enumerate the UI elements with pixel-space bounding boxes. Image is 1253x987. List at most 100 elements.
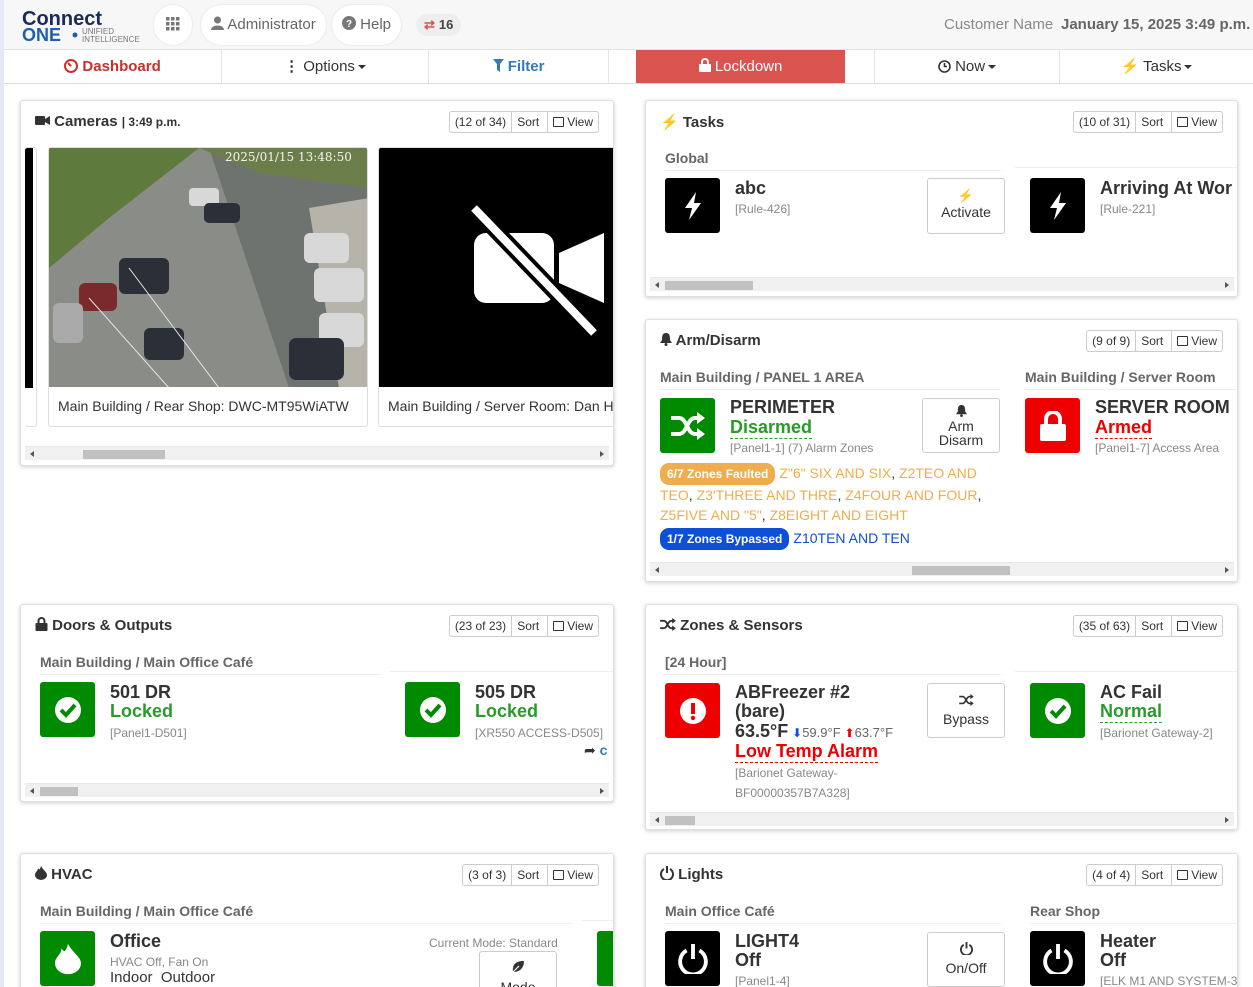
- cameras-count: (12 of 34): [450, 112, 513, 132]
- share-action[interactable]: ➦ c: [584, 742, 607, 759]
- server-room-status[interactable]: Armed: [1095, 417, 1153, 439]
- camera-card-partial[interactable]: [25, 147, 37, 427]
- zones-sort-button[interactable]: Sort: [1136, 616, 1173, 636]
- cameras-view-button[interactable]: View: [548, 112, 598, 132]
- arm-sort-button[interactable]: Sort: [1136, 331, 1173, 351]
- nav-tasks[interactable]: ⚡ Tasks: [1060, 50, 1253, 83]
- camera-timestamp: 2025/01/15 13:48:50: [225, 150, 352, 164]
- nav-now[interactable]: Now: [874, 50, 1060, 83]
- hvac-view-button[interactable]: View: [548, 865, 598, 885]
- perimeter-tile[interactable]: [660, 398, 715, 453]
- on-off-button[interactable]: On/Off: [927, 932, 1005, 987]
- task-tile[interactable]: [665, 178, 720, 233]
- nav-filter[interactable]: Filter: [429, 50, 609, 83]
- administrator-button[interactable]: Administrator: [201, 5, 326, 45]
- zone-alarm-tile[interactable]: [665, 683, 720, 738]
- zones-scrollbar[interactable]: [650, 812, 1234, 826]
- server-room-tile[interactable]: [1025, 398, 1080, 453]
- cameras-title: Cameras | 3:49 p.m.: [35, 113, 180, 130]
- cameras-sort-button[interactable]: Sort: [512, 112, 549, 132]
- hvac-tile-partial[interactable]: [597, 931, 613, 986]
- camera-card[interactable]: 2025/01/15 13:48:50 Main Building / Rear…: [48, 147, 368, 427]
- sync-count-value: 16: [438, 17, 454, 32]
- random-shuffle-icon: [670, 411, 705, 440]
- zone-status[interactable]: Low Temp Alarm: [735, 741, 879, 763]
- video-camera-icon: [35, 116, 50, 125]
- nav-options[interactable]: ⋮ Options: [222, 50, 429, 83]
- doors-sort-button[interactable]: Sort: [512, 616, 549, 636]
- tasks-view-button[interactable]: View: [1172, 112, 1222, 132]
- task-tile[interactable]: [1030, 178, 1085, 233]
- door-sub: [XR550 ACCESS-D505]: [475, 726, 604, 740]
- camera-feed-image[interactable]: 2025/01/15 13:48:50: [49, 148, 368, 389]
- doors-scrollbar[interactable]: [25, 783, 609, 797]
- hvac-sort-button[interactable]: Sort: [512, 865, 549, 885]
- nav-dashboard[interactable]: Dashboard: [4, 50, 222, 83]
- hvac-mode-button[interactable]: Mode: [479, 951, 557, 987]
- bypass-label: Bypass: [943, 711, 989, 727]
- camera-card-offline[interactable]: Main Building / Server Room: Dan H: [378, 147, 613, 427]
- lights-view-button[interactable]: View: [1172, 865, 1222, 885]
- lights-sort-button[interactable]: Sort: [1136, 865, 1173, 885]
- window-icon: [553, 621, 565, 631]
- zone-link[interactable]: Z10TEN AND TEN: [793, 530, 909, 546]
- zone-sub-line1: [Barionet Gateway-: [735, 766, 838, 780]
- help-label: Help: [360, 16, 392, 33]
- zones-view-button[interactable]: View: [1172, 616, 1222, 636]
- grid-icon: [166, 17, 180, 31]
- arm-section-panel1: Main Building / PANEL 1 AREA: [660, 369, 1000, 390]
- lights-count: (4 of 4): [1087, 865, 1137, 885]
- door-tile[interactable]: [40, 682, 95, 737]
- cameras-panel: Cameras | 3:49 p.m. (12 of 34) Sort View…: [20, 100, 614, 466]
- activate-button[interactable]: ⚡ Activate: [927, 178, 1005, 234]
- zone-link[interactable]: Z"6" SIX AND SIX: [779, 465, 891, 481]
- hvac-section: Main Building / Main Office Café: [40, 903, 572, 924]
- svg-text:ONE: ONE: [22, 25, 61, 44]
- customer-name[interactable]: Customer Name: [944, 16, 1053, 33]
- arm-disarm-title: Arm/Disarm: [660, 332, 761, 349]
- hvac-tile[interactable]: [40, 931, 95, 986]
- zone-normal-tile[interactable]: [1030, 683, 1085, 738]
- tasks-toolbar: (10 of 31) Sort View: [1072, 111, 1223, 133]
- zone-link[interactable]: Z4FOUR AND FOUR: [845, 487, 977, 503]
- hvac-outdoor-label: Outdoor: [160, 969, 216, 986]
- caret-down-icon: [357, 65, 366, 70]
- door-tile[interactable]: [405, 682, 460, 737]
- help-button[interactable]: ? Help: [332, 5, 402, 45]
- cameras-scrollbar[interactable]: [25, 446, 609, 460]
- hvac-temps: Indoor Outdoor: [110, 969, 215, 986]
- bolt-icon: ⚡: [1120, 58, 1140, 75]
- arm-view-button[interactable]: View: [1172, 331, 1222, 351]
- question-circle-icon: ?: [342, 16, 356, 30]
- light-sub: [ELK M1 AND SYSTEM-3: [1100, 974, 1238, 987]
- caret-down-icon: [988, 65, 997, 70]
- user-icon: [211, 16, 224, 30]
- task-name: Arriving At Wor: [1100, 178, 1233, 198]
- doors-view-button[interactable]: View: [548, 616, 598, 636]
- tasks-panel: ⚡ Tasks (10 of 31) Sort View Global abc …: [645, 100, 1238, 297]
- zone-status[interactable]: Normal: [1100, 701, 1163, 723]
- perimeter-sub: [Panel1-1] (7) Alarm Zones: [730, 441, 874, 455]
- nav-lockdown-button[interactable]: Lockdown: [636, 50, 845, 83]
- tasks-sort-button[interactable]: Sort: [1136, 112, 1173, 132]
- doors-title: Doors & Outputs: [35, 617, 172, 634]
- sync-count-badge[interactable]: ⇄ 16: [416, 14, 462, 36]
- zone-link[interactable]: Z5FIVE AND "5": [660, 507, 762, 523]
- check-circle-icon: [419, 696, 446, 723]
- connect-one-logo[interactable]: Connect ONE UNIFIED INTELLIGENCE: [22, 8, 152, 45]
- perimeter-status[interactable]: Disarmed: [730, 417, 813, 439]
- arm-scrollbar[interactable]: [650, 562, 1234, 576]
- zones-sensors-panel: Zones & Sensors (35 of 63) Sort View [24…: [645, 604, 1238, 830]
- caret-down-icon: [1184, 65, 1193, 70]
- tasks-scrollbar[interactable]: [650, 277, 1234, 291]
- zone-link[interactable]: Z8EIGHT AND EIGHT: [770, 507, 908, 523]
- arm-disarm-button[interactable]: Arm Disarm: [922, 398, 1000, 453]
- light-tile[interactable]: [1030, 931, 1085, 986]
- bolt-icon: [1049, 191, 1066, 220]
- lights-section-office: Main Office Café: [665, 903, 1001, 924]
- apps-grid-button[interactable]: [154, 5, 192, 45]
- bypass-button[interactable]: Bypass: [927, 683, 1005, 738]
- light-tile[interactable]: [665, 931, 720, 986]
- tasks-count: (10 of 31): [1074, 112, 1137, 132]
- zone-link[interactable]: Z3'THREE AND THRE: [697, 487, 838, 503]
